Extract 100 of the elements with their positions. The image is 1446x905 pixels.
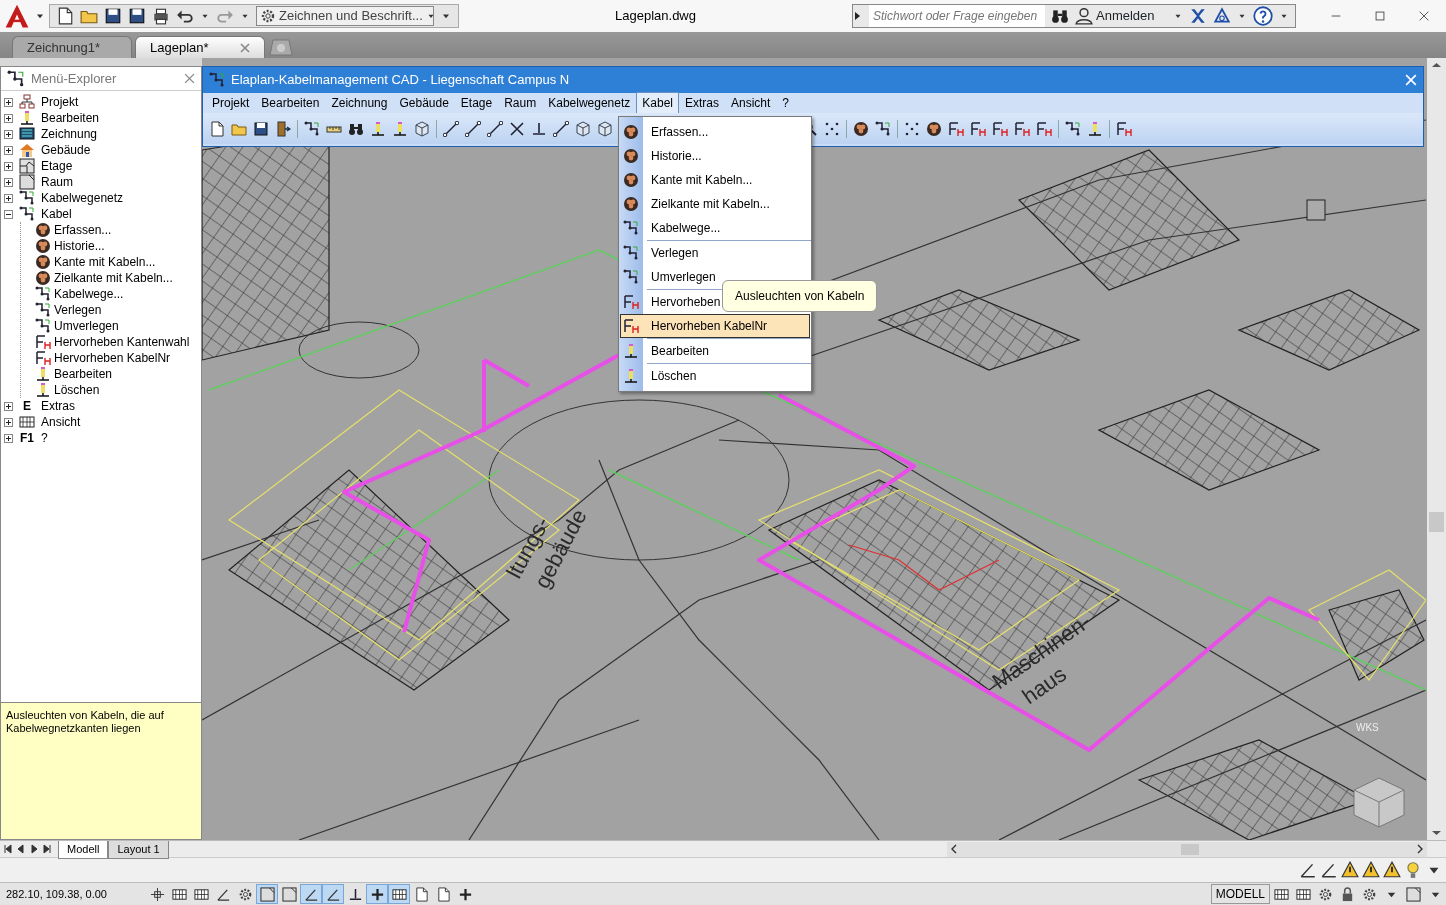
expand-icon[interactable] [4,113,13,123]
menu-item[interactable]: Bearbeiten [255,92,326,114]
cable-icon[interactable] [853,120,869,137]
node-line-icon[interactable] [553,120,569,137]
route-icon[interactable] [1065,120,1081,137]
tree-item[interactable]: Erfassen... [54,222,112,238]
grid-icon[interactable] [391,886,407,902]
tree-item[interactable]: Löschen [54,382,100,398]
gear-icon[interactable] [237,886,253,902]
grid-icon[interactable] [171,886,187,902]
angle-icon[interactable] [1299,861,1317,879]
page-icon[interactable] [413,886,429,902]
menu-item[interactable]: Gebäude [393,92,455,114]
maximize-icon[interactable] [1373,9,1387,23]
route-icon[interactable] [875,120,891,137]
menu-item[interactable]: Etage [454,92,499,114]
menu-item[interactable]: Kante mit Kabeln... [620,168,810,192]
warn-icon[interactable] [1341,861,1359,879]
menu-item[interactable]: Historie... [620,144,810,168]
menu-item[interactable]: Kabelwegenetz [542,92,637,114]
route-icon[interactable] [304,120,320,137]
space-toggle[interactable]: MODELL [1210,884,1270,904]
tree-item[interactable]: Hervorheben KabelNr [54,350,171,366]
tee-icon[interactable] [531,120,547,137]
close-icon[interactable] [184,73,195,84]
menu-item[interactable]: Bearbeiten [620,339,810,363]
node-line-icon[interactable] [465,120,481,137]
route-highlight-icon[interactable] [1036,120,1052,137]
tree-item[interactable]: Kante mit Kabeln... [54,254,156,270]
tree-item[interactable]: Extras [41,398,75,414]
crosshair-icon[interactable] [149,886,165,902]
node-line-icon[interactable] [487,120,503,137]
menu-item[interactable]: Raum [498,92,543,114]
route-highlight-icon[interactable] [992,120,1008,137]
door-icon[interactable] [275,120,291,137]
collapse-icon[interactable] [4,209,13,219]
tree-item[interactable]: Ansicht [41,414,81,430]
close-icon[interactable] [1417,9,1431,23]
expand-icon[interactable] [4,417,13,427]
expand-icon[interactable] [4,433,13,443]
expand-icon[interactable] [4,97,13,107]
horizontal-scrollbar[interactable] [947,841,1427,857]
route-highlight-icon[interactable] [970,120,986,137]
plus-icon[interactable] [369,886,385,902]
expand-icon[interactable] [4,401,13,411]
tree-item[interactable]: Kabelwege... [54,286,124,302]
cross-icon[interactable] [509,120,525,137]
grid-icon[interactable] [1295,886,1311,902]
menu-item[interactable]: Kabel [636,92,679,114]
plus-icon[interactable] [457,886,473,902]
tree-item[interactable]: Bearbeiten [54,366,113,382]
page-icon[interactable] [209,120,225,137]
menu-item[interactable]: ? [776,92,796,114]
tab-scroll-icon[interactable] [3,844,13,854]
page-icon[interactable] [435,886,451,902]
close-icon[interactable] [240,42,250,53]
workspace-dropdown[interactable]: Zeichnen und Beschrift... [256,6,434,26]
pencil-icon[interactable] [370,120,386,137]
dots-icon[interactable] [824,120,840,137]
tree-item[interactable]: Gebäude [41,142,91,158]
warn-icon[interactable] [1362,861,1380,879]
menu-item[interactable]: Projekt [206,92,256,114]
dots-icon[interactable] [904,120,920,137]
square-icon[interactable] [259,886,275,902]
tab-scroll-icon[interactable] [42,844,52,854]
menu-item[interactable]: Löschen [620,364,810,388]
menu-item[interactable]: Zeichnung [325,92,394,114]
cube-icon[interactable] [414,120,430,137]
route-highlight-icon[interactable] [1014,120,1030,137]
route-highlight-icon[interactable] [948,120,964,137]
warn-icon[interactable] [1383,861,1401,879]
menu-item[interactable]: Hervorheben KabelNr [620,314,810,338]
layout-tab[interactable]: Modell [58,841,109,859]
tree-item[interactable]: Umverlegen [54,318,119,334]
expand-icon[interactable] [4,193,13,203]
tree-item[interactable]: Etage [41,158,73,174]
page-icon[interactable] [56,7,74,25]
scroll-thumb[interactable] [1429,512,1444,532]
cube-icon[interactable] [575,120,591,137]
square-icon[interactable] [1405,886,1421,902]
app-logo-icon[interactable] [4,3,30,29]
bulb-icon[interactable] [1404,861,1422,879]
gear-icon[interactable] [1361,886,1377,902]
layout-tab[interactable]: Layout 1 [108,841,169,859]
document-tab[interactable]: Lageplan* [135,36,265,58]
scroll-thumb[interactable] [1181,843,1199,855]
tree-item[interactable]: ? [41,430,48,446]
menu-item[interactable]: Kabelwege... [620,216,810,240]
document-tab[interactable]: Zeichnung1* [12,36,132,58]
menu-item[interactable]: Verlegen [620,241,810,265]
expand-icon[interactable] [4,177,13,187]
menu-item[interactable]: Extras [679,92,725,114]
tree-item[interactable]: Projekt [41,94,79,110]
expand-icon[interactable] [4,145,13,155]
tree-item[interactable]: Zeichnung [41,126,98,142]
node-line-icon[interactable] [443,120,459,137]
tree-item[interactable]: Raum [41,174,73,190]
cable-icon[interactable] [926,120,942,137]
tree-item[interactable]: Hervorheben Kantenwahl [54,334,190,350]
tree-item[interactable]: Zielkante mit Kabeln... [54,270,173,286]
